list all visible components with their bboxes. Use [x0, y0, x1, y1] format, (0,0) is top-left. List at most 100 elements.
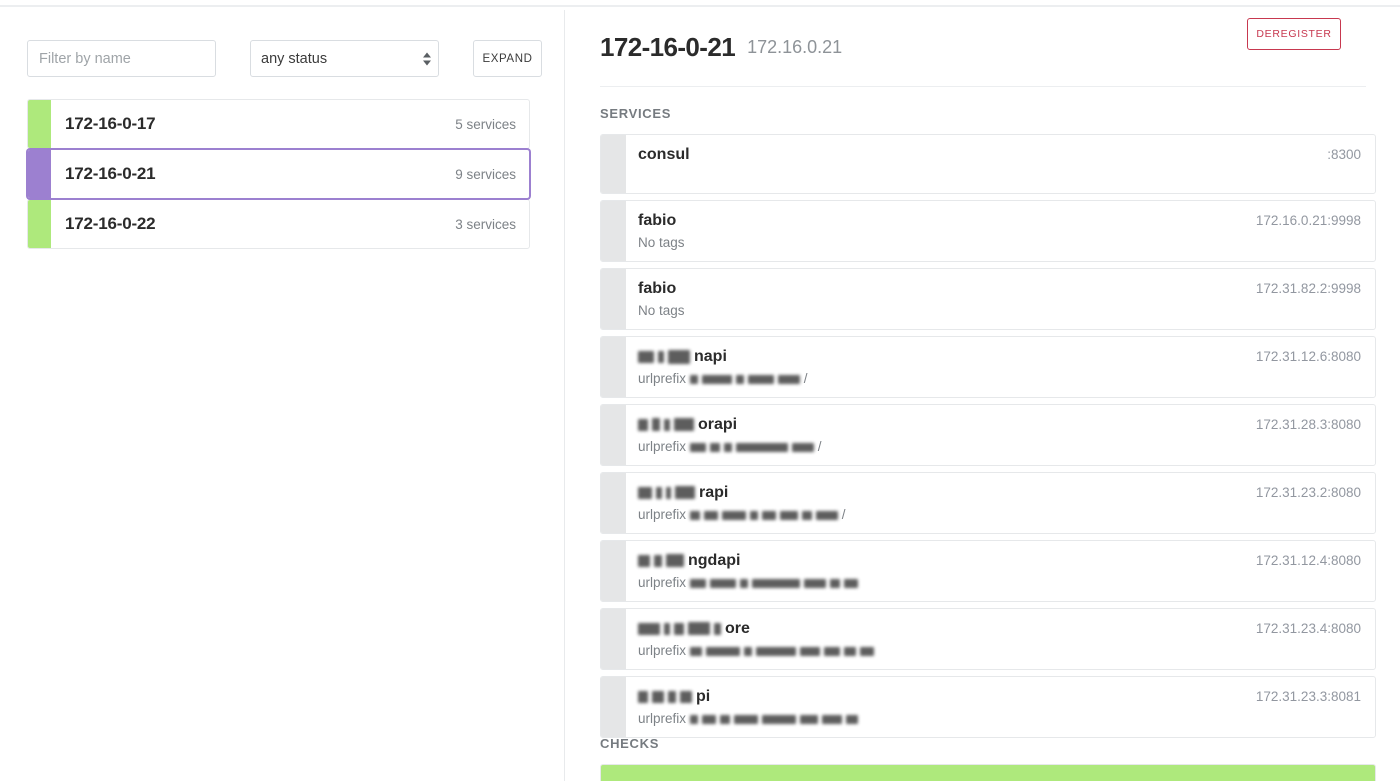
- node-name-label: 172-16-0-17: [65, 114, 156, 133]
- redacted-text-block: [690, 374, 699, 384]
- redacted-text-block: [656, 486, 662, 499]
- service-row[interactable]: pi urlprefix 172.31.23.3:8081: [600, 676, 1376, 738]
- service-body: fabio No tags 172.16.0.21:9998: [626, 201, 1375, 261]
- redacted-text-block: [752, 578, 801, 588]
- service-texts: fabio No tags: [638, 211, 1242, 252]
- service-status-indicator: [601, 677, 626, 737]
- service-row[interactable]: fabio No tags 172.16.0.21:9998: [600, 200, 1376, 262]
- redacted-text-block: [822, 714, 843, 724]
- redacted-text-block: [816, 510, 839, 520]
- redacted-text-block: [638, 554, 650, 567]
- status-filter-wrap: any statuspassingwarningcritical: [250, 40, 439, 77]
- service-row[interactable]: rapi urlprefix / 172.31.23.2:8080: [600, 472, 1376, 534]
- vertical-scrollbar-track[interactable]: [1332, 10, 1345, 781]
- redacted-text-block: [800, 714, 819, 724]
- redacted-text-block: [652, 690, 664, 703]
- redacted-text-block: [704, 510, 719, 520]
- redacted-text-block: [724, 442, 733, 452]
- redacted-text-block: [706, 646, 741, 656]
- service-tag-prefix: urlprefix: [638, 643, 687, 658]
- redacted-text-block: [638, 350, 654, 363]
- redacted-text-block: [690, 646, 703, 656]
- node-service-count: 9 services: [455, 166, 516, 182]
- node-list-item[interactable]: 172-16-0-21 9 services: [27, 149, 530, 199]
- expand-button[interactable]: EXPAND: [473, 40, 542, 77]
- service-texts: fabio No tags: [638, 279, 1242, 320]
- redacted-text-block: [710, 442, 721, 452]
- redacted-text-block: [762, 510, 777, 520]
- redacted-text-block: [722, 510, 747, 520]
- service-tags-label: urlprefix: [638, 709, 1242, 728]
- node-status-indicator: [28, 150, 51, 198]
- redacted-text-block: [800, 646, 821, 656]
- checks-section-label: CHECKS: [600, 736, 660, 751]
- redacted-text-block: [638, 622, 660, 635]
- service-address-label: 172.31.23.2:8080: [1255, 485, 1361, 500]
- service-tags-label: No tags: [638, 303, 685, 318]
- service-row[interactable]: napi urlprefix / 172.31.12.6:8080: [600, 336, 1376, 398]
- deregister-button[interactable]: DEREGISTER: [1247, 18, 1341, 50]
- service-name-label: pi: [638, 687, 1242, 707]
- redacted-text-block: [690, 714, 699, 724]
- top-divider: [0, 5, 1400, 7]
- redacted-text-block: [734, 714, 759, 724]
- redacted-text-block: [664, 622, 670, 635]
- service-address-label: 172.31.12.6:8080: [1255, 349, 1361, 364]
- redacted-text-block: [638, 690, 648, 703]
- service-texts: orapi urlprefix /: [638, 415, 1242, 456]
- service-body: pi urlprefix 172.31.23.3:8081: [626, 677, 1375, 737]
- service-tags-label: urlprefix: [638, 641, 1242, 660]
- service-texts: consul: [638, 145, 1313, 165]
- service-tags-label: urlprefix /: [638, 505, 1242, 524]
- node-list-item[interactable]: 172-16-0-17 5 services: [27, 99, 530, 149]
- service-tags-label: urlprefix /: [638, 369, 1242, 388]
- checks-list: [600, 764, 1376, 781]
- redacted-text-block: [720, 714, 731, 724]
- service-row[interactable]: ore urlprefix 172.31.23.4:8080: [600, 608, 1376, 670]
- service-name-visible-fragment: napi: [694, 348, 727, 365]
- redacted-text-block: [690, 578, 707, 588]
- filter-toolbar: any statuspassingwarningcritical EXPAND: [27, 40, 542, 77]
- service-row[interactable]: consul:8300: [600, 134, 1376, 194]
- service-name-visible-fragment: rapi: [699, 484, 729, 501]
- redacted-text-block: [690, 442, 707, 452]
- redacted-text-block: [702, 714, 717, 724]
- redacted-text-block: [792, 442, 815, 452]
- check-row[interactable]: [600, 764, 1376, 781]
- service-tag-prefix: urlprefix: [638, 439, 687, 454]
- search-input[interactable]: [27, 40, 216, 77]
- node-list-item[interactable]: 172-16-0-22 3 services: [27, 199, 530, 249]
- service-name-label: rapi: [638, 483, 1242, 503]
- service-row[interactable]: ngdapi urlprefix 172.31.12.4:8080: [600, 540, 1376, 602]
- redacted-text-block: [778, 374, 801, 384]
- service-body: orapi urlprefix / 172.31.28.3:8080: [626, 405, 1375, 465]
- service-address-label: 172.31.28.3:8080: [1255, 417, 1361, 432]
- redacted-text-block: [824, 646, 841, 656]
- node-status-indicator: [28, 200, 51, 248]
- redacted-text-block: [674, 418, 694, 432]
- service-status-indicator: [601, 337, 626, 397]
- service-name-visible-fragment: ngdapi: [688, 552, 741, 569]
- status-filter-select[interactable]: any statuspassingwarningcritical: [250, 40, 439, 77]
- node-service-count: 5 services: [455, 116, 516, 132]
- redacted-text-block: [654, 554, 662, 567]
- nodes-sidebar: any statuspassingwarningcritical EXPAND …: [0, 10, 565, 781]
- node-list: 172-16-0-17 5 services 172-16-0-21 9 servic…: [27, 99, 530, 249]
- node-name-label: 172-16-0-21: [65, 164, 156, 183]
- service-status-indicator: [601, 609, 626, 669]
- service-name-label: fabio: [638, 280, 677, 297]
- service-row[interactable]: fabio No tags 172.31.82.2:9998: [600, 268, 1376, 330]
- service-row[interactable]: orapi urlprefix / 172.31.28.3:8080: [600, 404, 1376, 466]
- redacted-text-block: [666, 554, 684, 568]
- service-body: napi urlprefix / 172.31.12.6:8080: [626, 337, 1375, 397]
- service-tag-prefix: urlprefix: [638, 507, 687, 522]
- service-status-indicator: [601, 201, 626, 261]
- check-status-indicator: [601, 765, 1375, 781]
- service-name-label: orapi: [638, 415, 1242, 435]
- service-tag-suffix: /: [838, 507, 846, 522]
- redacted-text-block: [652, 418, 660, 432]
- service-status-indicator: [601, 473, 626, 533]
- redacted-text-block: [664, 418, 670, 431]
- service-name-label: napi: [638, 347, 1242, 367]
- service-body: rapi urlprefix / 172.31.23.2:8080: [626, 473, 1375, 533]
